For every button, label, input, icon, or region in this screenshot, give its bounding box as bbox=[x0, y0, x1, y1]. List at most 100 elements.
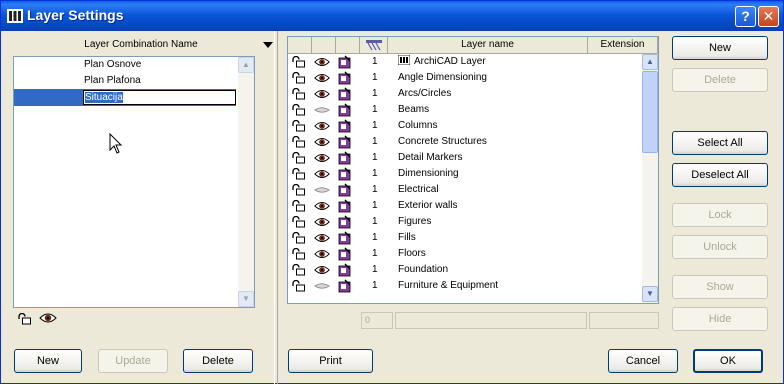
scroll-up-icon[interactable]: ▲ bbox=[642, 54, 658, 70]
unlock-button[interactable]: Unlock bbox=[672, 235, 768, 259]
layer-row[interactable]: 1 Exterior walls bbox=[288, 198, 642, 214]
lock-open-icon[interactable] bbox=[291, 168, 307, 180]
layer-scrollbar[interactable]: ▲ ▼ bbox=[642, 54, 658, 303]
eye-icon[interactable] bbox=[314, 120, 330, 132]
eye-icon[interactable] bbox=[314, 264, 330, 276]
pen-edit-icon[interactable] bbox=[338, 263, 352, 277]
cancel-button[interactable]: Cancel bbox=[608, 349, 678, 373]
deselect-all-button[interactable]: Deselect All bbox=[672, 163, 768, 187]
update-combination-button[interactable]: Update bbox=[98, 349, 168, 373]
pen-edit-icon[interactable] bbox=[338, 183, 352, 197]
combination-item[interactable]: Plan Osnove bbox=[84, 57, 141, 73]
scroll-thumb[interactable] bbox=[642, 71, 658, 153]
combination-scrollbar[interactable]: ▲ ▼ bbox=[238, 57, 254, 307]
layer-name-field[interactable] bbox=[395, 312, 587, 329]
layer-row[interactable]: 1 Floors bbox=[288, 246, 642, 262]
combination-column-header[interactable]: Layer Combination Name bbox=[15, 39, 267, 53]
lock-open-icon[interactable] bbox=[291, 120, 307, 132]
lock-button[interactable]: Lock bbox=[672, 203, 768, 227]
pen-edit-icon[interactable] bbox=[338, 135, 352, 149]
lock-open-icon[interactable] bbox=[291, 184, 307, 196]
pen-edit-icon[interactable] bbox=[338, 151, 352, 165]
print-button[interactable]: Print bbox=[288, 349, 373, 373]
layer-row[interactable]: 1 Furniture & Equipment bbox=[288, 278, 642, 294]
sort-down-icon[interactable] bbox=[263, 42, 273, 48]
pen-edit-icon[interactable] bbox=[338, 71, 352, 85]
scroll-up-icon[interactable]: ▲ bbox=[238, 57, 254, 73]
edit-column-header[interactable] bbox=[336, 37, 360, 54]
eye-icon[interactable] bbox=[314, 168, 330, 180]
combination-name-input[interactable]: Situacija bbox=[83, 90, 236, 105]
combination-item-selected[interactable]: Situacija bbox=[14, 89, 236, 106]
pen-edit-icon[interactable] bbox=[338, 167, 352, 181]
eye-icon[interactable] bbox=[314, 216, 330, 228]
eye-icon[interactable] bbox=[314, 232, 330, 244]
lock-column-header[interactable] bbox=[288, 37, 312, 54]
ok-button[interactable]: OK bbox=[693, 349, 763, 373]
layer-row[interactable]: 1 ArchiCAD Layer bbox=[288, 54, 642, 70]
lock-open-icon[interactable] bbox=[291, 104, 307, 116]
pen-edit-icon[interactable] bbox=[338, 231, 352, 245]
eye-icon[interactable] bbox=[314, 136, 330, 148]
lock-open-icon[interactable] bbox=[291, 232, 307, 244]
layer-row[interactable]: 1 Electrical bbox=[288, 182, 642, 198]
pen-edit-icon[interactable] bbox=[338, 247, 352, 261]
eye-icon[interactable] bbox=[314, 248, 330, 260]
lock-open-icon[interactable] bbox=[291, 280, 307, 292]
lock-open-icon[interactable] bbox=[291, 72, 307, 84]
layer-row[interactable]: 1 Concrete Structures bbox=[288, 134, 642, 150]
extension-field[interactable] bbox=[589, 312, 659, 329]
pen-edit-icon[interactable] bbox=[338, 55, 352, 69]
scroll-down-icon[interactable]: ▼ bbox=[238, 291, 254, 307]
layer-row[interactable]: 1 Beams bbox=[288, 102, 642, 118]
eye-icon[interactable] bbox=[314, 56, 330, 68]
pen-edit-icon[interactable] bbox=[338, 279, 352, 293]
pen-edit-icon[interactable] bbox=[338, 103, 352, 117]
eye-icon[interactable] bbox=[314, 88, 330, 100]
lock-open-icon[interactable] bbox=[291, 152, 307, 164]
layer-row[interactable]: 1 Detail Markers bbox=[288, 150, 642, 166]
layer-row[interactable]: 1 Angle Dimensioning bbox=[288, 70, 642, 86]
pen-edit-icon[interactable] bbox=[338, 119, 352, 133]
delete-combination-button[interactable]: Delete bbox=[183, 349, 253, 373]
hide-button[interactable]: Hide bbox=[672, 307, 768, 331]
intersection-column-header[interactable] bbox=[360, 37, 388, 54]
scroll-down-icon[interactable]: ▼ bbox=[642, 286, 658, 302]
layer-row[interactable]: 1 Arcs/Circles bbox=[288, 86, 642, 102]
pen-edit-icon[interactable] bbox=[338, 215, 352, 229]
lock-open-icon[interactable] bbox=[291, 248, 307, 260]
layer-row[interactable]: 1 Figures bbox=[288, 214, 642, 230]
new-layer-button[interactable]: New bbox=[672, 36, 768, 60]
eye-closed-icon[interactable] bbox=[314, 104, 330, 116]
select-all-button[interactable]: Select All bbox=[672, 131, 768, 155]
layer-row[interactable]: 1 Fills bbox=[288, 230, 642, 246]
lock-open-icon[interactable] bbox=[291, 216, 307, 228]
eye-icon[interactable] bbox=[314, 72, 330, 84]
layer-list[interactable]: Layer name Extension 1 ArchiCAD Layer 1 Ang… bbox=[287, 36, 659, 304]
layer-row[interactable]: 1 Dimensioning bbox=[288, 166, 642, 182]
close-button[interactable]: ✕ bbox=[758, 6, 779, 27]
layer-name-column-header[interactable]: Layer name bbox=[388, 37, 588, 54]
lock-open-icon[interactable] bbox=[291, 200, 307, 212]
layer-row[interactable]: 1 Foundation bbox=[288, 262, 642, 278]
pen-edit-icon[interactable] bbox=[338, 87, 352, 101]
combination-item[interactable]: Plan Plafona bbox=[84, 73, 141, 89]
eye-icon[interactable] bbox=[314, 200, 330, 212]
eye-closed-icon[interactable] bbox=[314, 184, 330, 196]
eye-closed-icon[interactable] bbox=[314, 280, 330, 292]
help-button[interactable]: ? bbox=[735, 6, 756, 27]
show-button[interactable]: Show bbox=[672, 275, 768, 299]
delete-layer-button[interactable]: Delete bbox=[672, 68, 768, 92]
combination-list[interactable]: Plan Osnove Plan Plafona Situacija ▲ ▼ bbox=[13, 56, 255, 308]
lock-open-icon[interactable] bbox=[291, 136, 307, 148]
eye-icon[interactable] bbox=[314, 152, 330, 164]
visibility-column-header[interactable] bbox=[312, 37, 336, 54]
extension-column-header[interactable]: Extension bbox=[588, 37, 658, 54]
lock-open-icon[interactable] bbox=[291, 88, 307, 100]
new-combination-button[interactable]: New bbox=[14, 349, 82, 373]
lock-open-icon[interactable] bbox=[291, 56, 307, 68]
pen-edit-icon[interactable] bbox=[338, 199, 352, 213]
intersection-group-field[interactable]: 0 bbox=[361, 312, 393, 329]
layer-row[interactable]: 1 Columns bbox=[288, 118, 642, 134]
lock-open-icon[interactable] bbox=[291, 264, 307, 276]
